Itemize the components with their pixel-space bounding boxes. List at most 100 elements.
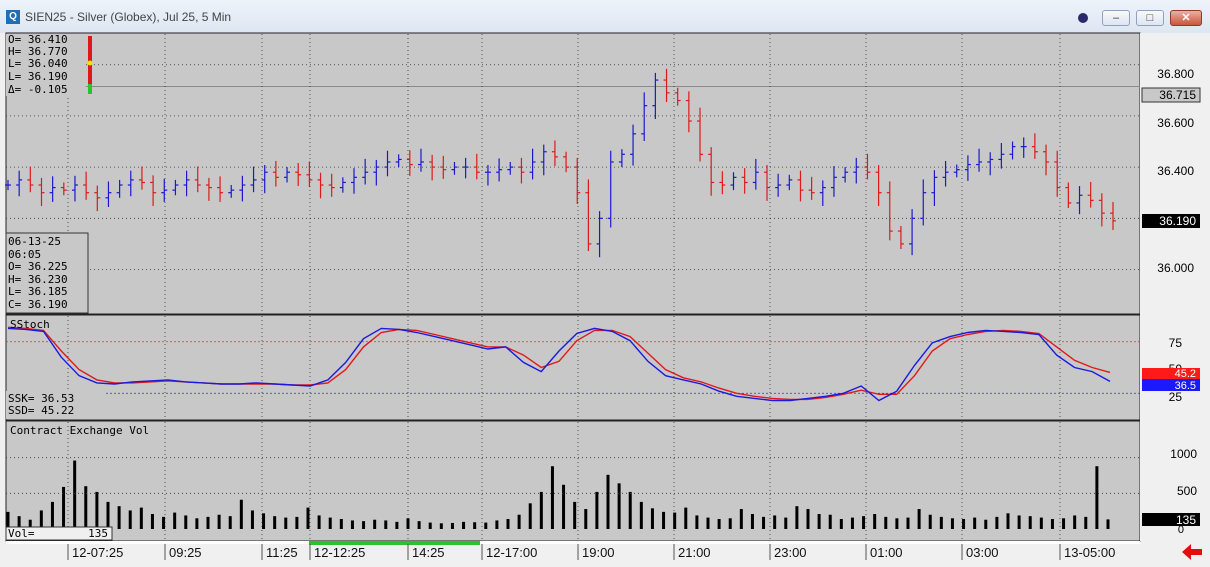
bar-info-box: 06-13-25 06:05 O= 36.225 H= 36.230 L= 36… <box>5 232 89 314</box>
volume-bar <box>362 521 366 529</box>
volume-bar <box>662 511 666 529</box>
time-tick-label: 19:00 <box>582 545 615 560</box>
volume-bar <box>717 519 721 529</box>
volume-bar <box>695 515 699 529</box>
ohlc-last: L= 36.190 <box>8 70 68 83</box>
volume-bar <box>1106 519 1110 529</box>
ohlc-low: L= 36.040 <box>8 57 68 70</box>
chart-canvas[interactable]: O= 36.410 H= 36.770 L= 36.040 L= 36.190 … <box>0 0 1210 567</box>
vol-tick-1000: 1000 <box>1170 447 1197 461</box>
ohlc-delta: Δ= -0.105 <box>8 83 68 96</box>
volume-bar <box>706 517 710 529</box>
volume-bar <box>417 521 421 529</box>
time-tick-label: 09:25 <box>169 545 202 560</box>
volume-bar <box>806 509 810 529</box>
volume-bar <box>128 510 132 529</box>
time-tick-label: 12-12:25 <box>314 545 365 560</box>
stoch-label: SStoch <box>10 318 50 331</box>
stoch-tick-25: 25 <box>1169 390 1183 404</box>
time-tick-label: 21:00 <box>678 545 711 560</box>
volume-bar <box>273 516 277 529</box>
volume-bar <box>139 507 143 529</box>
volume-bar <box>106 501 110 529</box>
volume-bar <box>928 514 932 529</box>
volume-bar <box>150 514 154 529</box>
volume-bar <box>839 519 843 529</box>
time-tick-label: 11:25 <box>266 545 298 560</box>
volume-readout-label: Vol= <box>8 527 35 540</box>
bar-low: L= 36.185 <box>8 285 68 298</box>
volume-bar <box>1028 516 1032 529</box>
volume-bar <box>50 501 54 529</box>
volume-bar <box>295 516 299 529</box>
volume-bar <box>84 486 88 529</box>
volume-label: Contract Exchange Vol <box>10 424 149 437</box>
volume-bar <box>884 516 888 529</box>
volume-bar <box>795 506 799 529</box>
volume-bar <box>939 516 943 529</box>
volume-bar <box>750 514 754 529</box>
volume-flag-text: 135 <box>1176 513 1196 527</box>
volume-bar <box>784 517 788 529</box>
volume-bar <box>850 517 854 529</box>
volume-bar <box>550 466 554 529</box>
volume-bar <box>673 512 677 529</box>
volume-bar <box>384 520 388 529</box>
volume-bar <box>473 522 477 529</box>
volume-bar <box>184 515 188 529</box>
volume-bar <box>228 516 232 529</box>
volume-bar <box>562 484 566 529</box>
time-tick-label: 12-07:25 <box>72 545 123 560</box>
volume-bar <box>195 518 199 529</box>
stoch-panel[interactable] <box>5 314 1141 421</box>
scroll-left-arrow-icon[interactable] <box>1182 544 1202 560</box>
volume-bar <box>284 517 288 529</box>
volume-bar <box>1084 516 1088 529</box>
volume-bar <box>395 521 399 529</box>
time-tick-label: 03:00 <box>966 545 999 560</box>
volume-bar <box>628 491 632 529</box>
volume-bar <box>962 519 966 529</box>
volume-bar <box>39 510 43 529</box>
volume-bar <box>617 483 621 529</box>
volume-bar <box>517 514 521 529</box>
volume-bar <box>873 514 877 529</box>
range-bar-green <box>88 84 92 94</box>
volume-bar <box>906 517 910 529</box>
volume-bar <box>428 522 432 529</box>
last-price-text: 36.190 <box>1159 214 1196 228</box>
volume-bar <box>317 515 321 529</box>
volume-bar <box>584 509 588 529</box>
volume-bar <box>895 518 899 529</box>
volume-bar <box>539 491 543 529</box>
range-marker-icon <box>87 60 93 66</box>
volume-bar <box>817 514 821 529</box>
volume-bar <box>462 521 466 529</box>
ssk-flag-text: 36.5 <box>1175 380 1196 392</box>
volume-bar <box>862 516 866 529</box>
volume-bar <box>339 519 343 529</box>
volume-bar <box>528 503 532 529</box>
price-tick-36000: 36.000 <box>1157 261 1194 275</box>
volume-bar <box>984 519 988 529</box>
time-tick-label: 23:00 <box>774 545 807 560</box>
volume-bar <box>506 519 510 529</box>
ssd-readout: SSD= 45.22 <box>8 404 74 417</box>
price-panel[interactable] <box>5 32 1141 315</box>
time-axis: 12-07:25 09:25 11:25 12-12:25 14:25 12-17:00 1… <box>67 544 1115 560</box>
volume-bar <box>250 510 254 529</box>
volume-bar <box>684 507 688 529</box>
volume-bar <box>328 517 332 529</box>
time-scroll-track[interactable] <box>6 541 1140 544</box>
time-tick-label: 01:00 <box>870 545 903 560</box>
time-tick-label: 12-17:00 <box>486 545 537 560</box>
volume-bar <box>917 509 921 529</box>
stoch-tick-75: 75 <box>1169 336 1183 350</box>
price-tick-36400: 36.400 <box>1157 164 1194 178</box>
volume-bar <box>573 501 577 529</box>
volume-readout-value: 135 <box>88 527 108 540</box>
volume-bar <box>350 520 354 529</box>
volume-bar <box>739 509 743 529</box>
volume-bar <box>495 520 499 529</box>
volume-bar <box>173 512 177 529</box>
